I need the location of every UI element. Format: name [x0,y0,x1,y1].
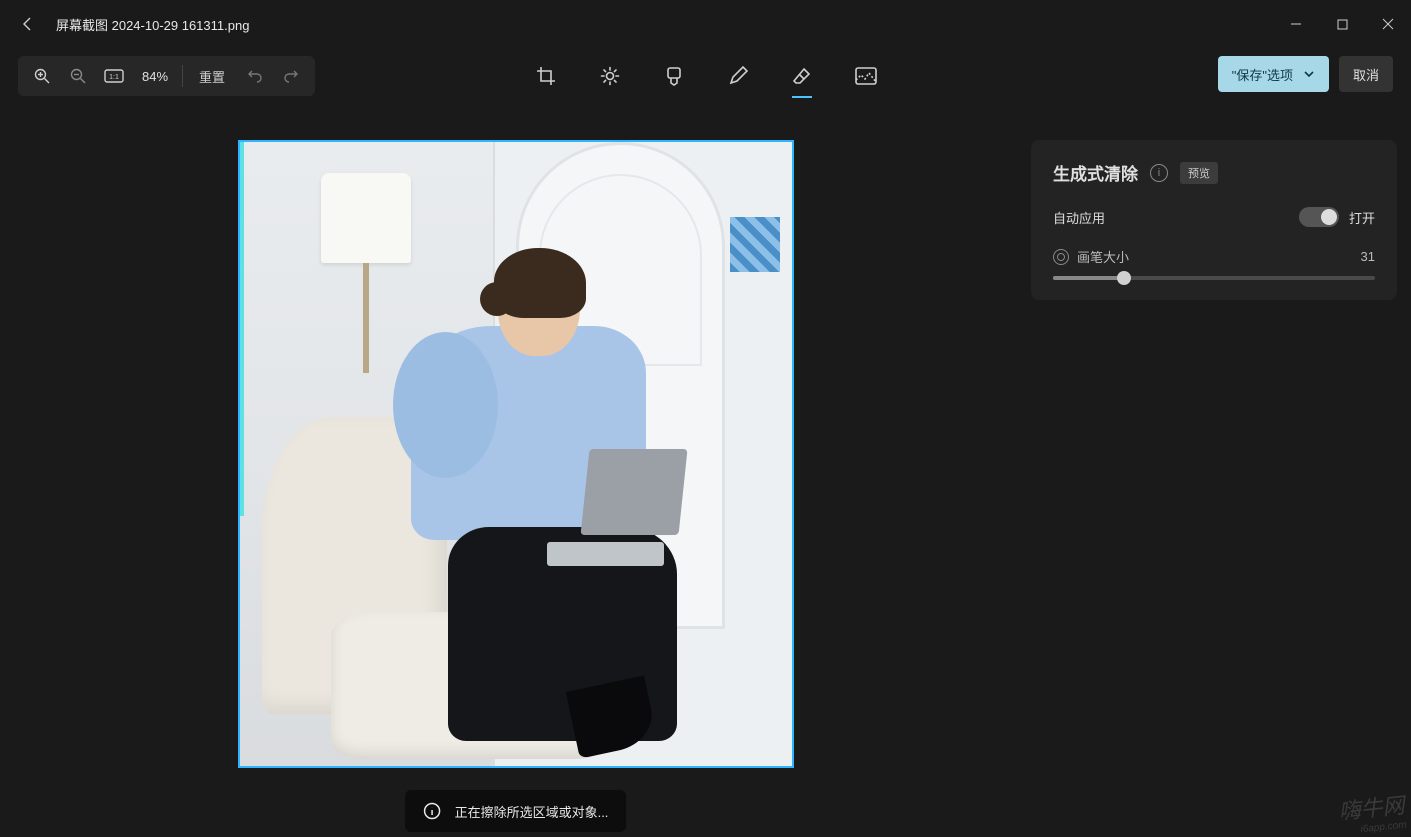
pen-icon [728,66,748,86]
minimize-button[interactable] [1273,0,1319,48]
arrow-left-icon [20,16,36,32]
brush-size-value: 31 [1361,249,1375,264]
svg-text:1:1: 1:1 [109,74,119,81]
crop-icon [536,66,556,86]
zoom-percent[interactable]: 84% [132,69,178,84]
back-button[interactable] [12,8,44,40]
toast-message: 正在擦除所选区域或对象... [455,802,609,821]
save-options-label: "保存"选项 [1232,65,1293,84]
adjust-tool[interactable] [590,56,630,96]
window-controls [1273,0,1411,48]
redo-button[interactable] [273,58,309,94]
brush-size-label: 画笔大小 [1077,247,1129,266]
cancel-button[interactable]: 取消 [1339,56,1393,92]
info-icon[interactable]: i [1150,164,1168,182]
reset-button[interactable]: 重置 [187,58,237,94]
zoom-in-icon [33,67,51,85]
close-button[interactable] [1365,0,1411,48]
brush-size-slider[interactable] [1053,276,1375,280]
zoom-in-button[interactable] [24,58,60,94]
filter-icon [665,66,683,86]
erase-tool[interactable] [782,56,822,96]
fit-icon: 1:1 [104,69,124,83]
image-content [240,142,792,766]
title-bar: 屏幕截图 2024-10-29 161311.png [0,0,1411,48]
minimize-icon [1290,18,1302,30]
save-options-button[interactable]: "保存"选项 [1218,56,1329,92]
separator [182,65,183,87]
auto-apply-state: 打开 [1349,208,1375,227]
canvas-wrap: 正在擦除所选区域或对象... [0,110,1031,836]
image-canvas[interactable] [238,140,794,768]
auto-apply-label: 自动应用 [1053,208,1105,227]
undo-button[interactable] [237,58,273,94]
background-tool[interactable] [846,56,886,96]
info-icon [423,802,441,820]
side-panel: 生成式清除 i 预览 自动应用 打开 画笔大小 31 [1031,140,1397,300]
panel-title: 生成式清除 [1053,160,1138,185]
filter-tool[interactable] [654,56,694,96]
zoom-group: 1:1 84% 重置 [18,56,315,96]
maximize-button[interactable] [1319,0,1365,48]
fit-to-screen-button[interactable]: 1:1 [96,58,132,94]
status-toast: 正在擦除所选区域或对象... [405,790,627,832]
file-name: 屏幕截图 2024-10-29 161311.png [56,15,249,34]
crop-tool[interactable] [526,56,566,96]
zoom-out-icon [69,67,87,85]
brightness-icon [600,66,620,86]
maximize-icon [1337,19,1348,30]
target-icon [1053,249,1069,265]
redo-icon [283,68,299,84]
background-icon [855,67,877,85]
eraser-icon [792,66,812,86]
zoom-out-button[interactable] [60,58,96,94]
main-area: 正在擦除所选区域或对象... 生成式清除 i 预览 自动应用 打开 画笔大小 3… [0,110,1411,836]
action-buttons: "保存"选项 取消 [1218,56,1393,92]
chevron-down-icon [1303,68,1315,80]
edit-tools [526,48,886,104]
close-icon [1382,18,1394,30]
undo-icon [247,68,263,84]
auto-apply-toggle[interactable] [1299,207,1339,227]
markup-tool[interactable] [718,56,758,96]
preview-badge: 预览 [1180,162,1218,184]
